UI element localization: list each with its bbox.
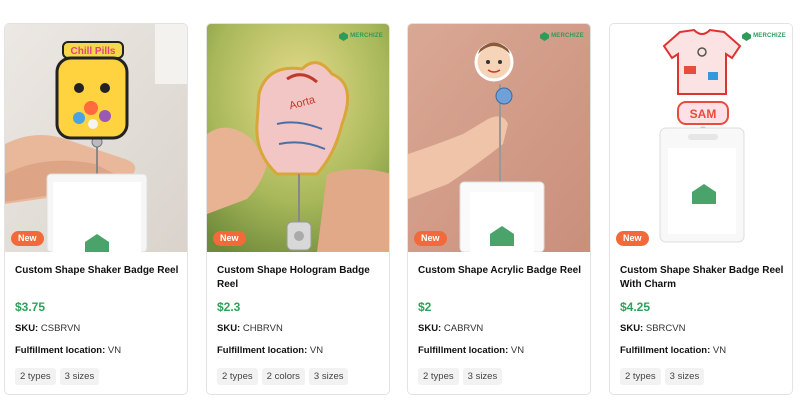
variant-chip-sizes: 3 sizes bbox=[59, 368, 100, 385]
product-title[interactable]: Custom Shape Shaker Badge Reel bbox=[15, 264, 181, 278]
sku-label: SKU: bbox=[217, 323, 241, 334]
product-card[interactable]: SAM MERCHIZE New Custom Shape Shaker Bad… bbox=[609, 23, 793, 395]
brand-logo: MERCHIZE bbox=[540, 31, 584, 41]
brand-name: MERCHIZE bbox=[350, 33, 383, 39]
product-title[interactable]: Custom Shape Acrylic Badge Reel bbox=[418, 264, 584, 278]
variant-chips: 2 types 3 sizes bbox=[15, 368, 100, 385]
variant-chip-types: 2 types bbox=[15, 368, 56, 385]
product-image[interactable]: Aorta MERCHIZE New bbox=[207, 24, 389, 252]
sku-value: SBRCVN bbox=[645, 323, 686, 334]
location-value: VN bbox=[309, 345, 324, 356]
product-card[interactable]: Chill Pills New Custom Shape Shaker Badg… bbox=[4, 23, 188, 395]
fulfillment-location: Fulfillment location: VN bbox=[15, 345, 121, 357]
variant-chips: 2 types 2 colors 3 sizes bbox=[217, 368, 349, 385]
product-image[interactable]: Chill Pills New bbox=[5, 24, 187, 252]
location-label: Fulfillment location: bbox=[217, 345, 308, 356]
sku-value: CABRVN bbox=[443, 323, 484, 334]
product-sku: SKU: SBRCVN bbox=[620, 323, 685, 335]
location-value: VN bbox=[510, 345, 525, 356]
product-title[interactable]: Custom Shape Shaker Badge Reel With Char… bbox=[620, 264, 786, 292]
location-value: VN bbox=[107, 345, 122, 356]
sku-value: CHBRVN bbox=[242, 323, 283, 334]
product-price: $3.75 bbox=[15, 300, 46, 314]
new-badge: New bbox=[414, 231, 447, 246]
product-price: $2.3 bbox=[217, 300, 241, 314]
product-sku: SKU: CABRVN bbox=[418, 323, 483, 335]
product-title[interactable]: Custom Shape Hologram Badge Reel bbox=[217, 264, 383, 292]
product-sku: SKU: CSBRVN bbox=[15, 323, 80, 335]
charm-text: Chill Pills bbox=[70, 46, 115, 57]
brand-logo: MERCHIZE bbox=[742, 31, 786, 41]
location-value: VN bbox=[712, 345, 727, 356]
variant-chip-sizes: 3 sizes bbox=[308, 368, 349, 385]
sku-label: SKU: bbox=[418, 323, 442, 334]
location-label: Fulfillment location: bbox=[15, 345, 106, 356]
variant-chips: 2 types 3 sizes bbox=[620, 368, 705, 385]
variant-chip-types: 2 types bbox=[418, 368, 459, 385]
variant-chip-sizes: 3 sizes bbox=[462, 368, 503, 385]
product-price: $4.25 bbox=[620, 300, 651, 314]
variant-chip-sizes: 3 sizes bbox=[664, 368, 705, 385]
location-label: Fulfillment location: bbox=[620, 345, 711, 356]
location-label: Fulfillment location: bbox=[418, 345, 509, 356]
product-price: $2 bbox=[418, 300, 432, 314]
sku-value: CSBRVN bbox=[40, 323, 81, 334]
product-image[interactable]: MERCHIZE New bbox=[408, 24, 590, 252]
product-image[interactable]: SAM MERCHIZE New bbox=[610, 24, 792, 252]
fulfillment-location: Fulfillment location: VN bbox=[418, 345, 524, 357]
product-card[interactable]: Aorta MERCHIZE New Custom Shape Hologram… bbox=[206, 23, 390, 395]
brand-name: MERCHIZE bbox=[551, 33, 584, 39]
new-badge: New bbox=[213, 231, 246, 246]
sku-label: SKU: bbox=[620, 323, 644, 334]
variant-chip-types: 2 types bbox=[620, 368, 661, 385]
brand-logo: MERCHIZE bbox=[339, 31, 383, 41]
brand-name: MERCHIZE bbox=[753, 33, 786, 39]
charm-text: SAM bbox=[690, 107, 717, 121]
variant-chip-types: 2 types bbox=[217, 368, 258, 385]
fulfillment-location: Fulfillment location: VN bbox=[620, 345, 726, 357]
product-sku: SKU: CHBRVN bbox=[217, 323, 283, 335]
variant-chip-colors: 2 colors bbox=[261, 368, 305, 385]
new-badge: New bbox=[616, 231, 649, 246]
variant-chips: 2 types 3 sizes bbox=[418, 368, 503, 385]
product-card[interactable]: MERCHIZE New Custom Shape Acrylic Badge … bbox=[407, 23, 591, 395]
new-badge: New bbox=[11, 231, 44, 246]
sku-label: SKU: bbox=[15, 323, 39, 334]
product-grid: Chill Pills New Custom Shape Shaker Badg… bbox=[4, 23, 796, 395]
fulfillment-location: Fulfillment location: VN bbox=[217, 345, 323, 357]
